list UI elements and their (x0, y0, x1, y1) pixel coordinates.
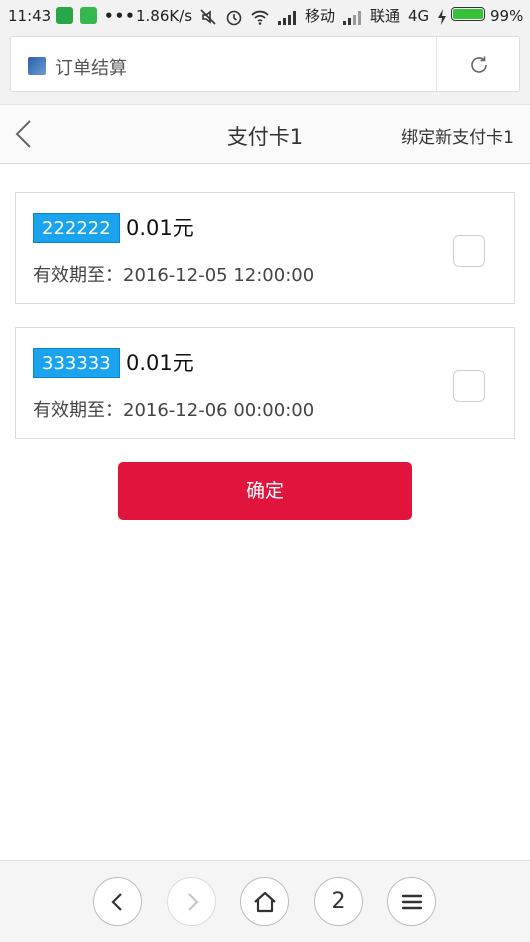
card-amount: 0.01元 (126, 351, 194, 375)
address-divider (436, 37, 437, 91)
charging-icon (438, 9, 446, 25)
nav-tabs-button[interactable]: 2 (314, 877, 363, 926)
menu-icon (401, 894, 422, 909)
confirm-button[interactable]: 确定 (118, 462, 412, 520)
shield-app-icon (56, 7, 73, 24)
page-header: 支付卡1 绑定新支付卡1 (0, 104, 530, 164)
net-speed: 1.86K/s (136, 7, 193, 25)
network-type: 4G (408, 7, 430, 25)
nav-menu-button[interactable] (387, 877, 436, 926)
card-code-badge: 222222 (33, 213, 120, 243)
home-icon (253, 891, 276, 912)
signal1-icon (278, 11, 296, 25)
card-amount: 0.01元 (126, 216, 194, 240)
mute-icon (200, 9, 216, 25)
status-bar: 11:43 ••• 1.86K/s 移动 联通 4G 99% (0, 0, 530, 32)
nav-forward-button[interactable] (167, 877, 216, 926)
tab-count: 2 (331, 889, 346, 914)
carrier1-label: 移动 (305, 7, 336, 25)
bind-new-card-link[interactable]: 绑定新支付卡1 (401, 123, 514, 148)
refresh-icon[interactable] (468, 54, 490, 76)
nav-home-button[interactable] (240, 877, 289, 926)
site-favicon-icon (28, 57, 46, 75)
carrier2-label: 联通 (370, 7, 401, 25)
address-page-title: 订单结算 (55, 58, 127, 79)
browser-address-bar: 订单结算 (0, 32, 530, 104)
battery-icon (451, 7, 485, 21)
payment-card[interactable]: 222222 0.01元 有效期至：2016-12-05 12:00:00 (15, 192, 515, 304)
card-select-checkbox[interactable] (453, 235, 485, 267)
payment-card[interactable]: 333333 0.01元 有效期至：2016-12-06 00:00:00 (15, 327, 515, 439)
wifi-icon (251, 10, 269, 25)
battery-percent: 99% (490, 7, 524, 25)
alarm-icon (226, 10, 242, 26)
card-select-checkbox[interactable] (453, 370, 485, 402)
nav-back-button[interactable] (93, 877, 142, 926)
card-expiry: 有效期至：2016-12-06 00:00:00 (33, 400, 315, 421)
card-expiry: 有效期至：2016-12-05 12:00:00 (33, 265, 315, 286)
more-notifications-icon: ••• (104, 7, 136, 25)
browser-bottom-nav: 2 (0, 860, 530, 942)
chevron-left-icon (110, 892, 122, 911)
chevron-right-icon (187, 892, 199, 911)
address-field[interactable]: 订单结算 (10, 36, 520, 92)
card-code-badge: 333333 (33, 348, 120, 378)
status-time: 11:43 (8, 7, 52, 25)
lock-app-icon (80, 7, 97, 24)
signal2-icon (343, 11, 361, 25)
